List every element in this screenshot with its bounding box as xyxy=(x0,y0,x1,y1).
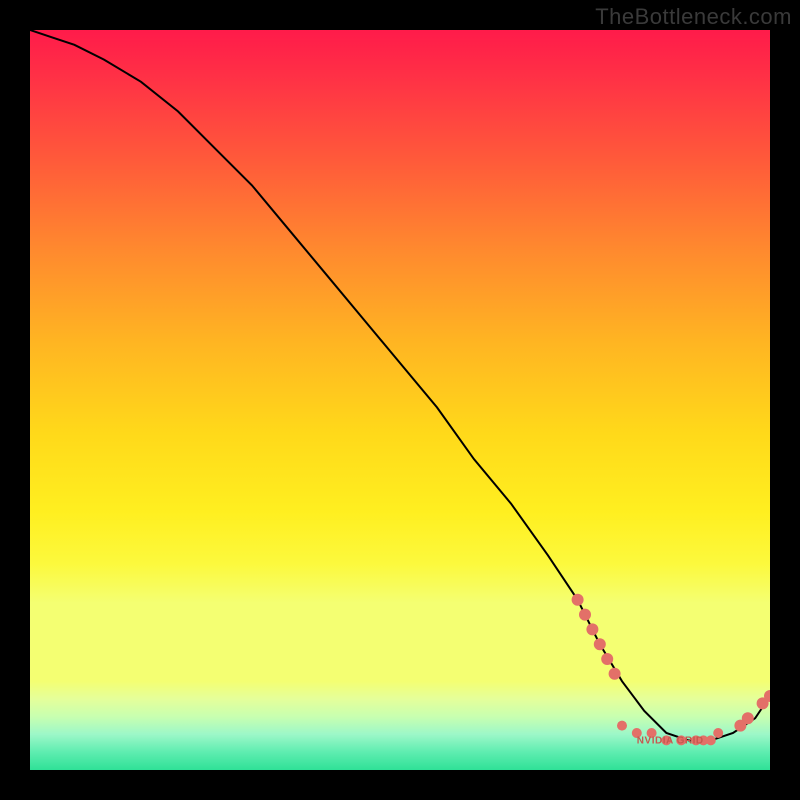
watermark-text: TheBottleneck.com xyxy=(595,4,792,30)
heatmap-gradient-lower xyxy=(30,681,770,770)
chart-frame: TheBottleneck.com NVIDIA GRID xyxy=(0,0,800,800)
heatmap-gradient-upper xyxy=(30,30,770,681)
plot-area: NVIDIA GRID xyxy=(30,30,770,770)
